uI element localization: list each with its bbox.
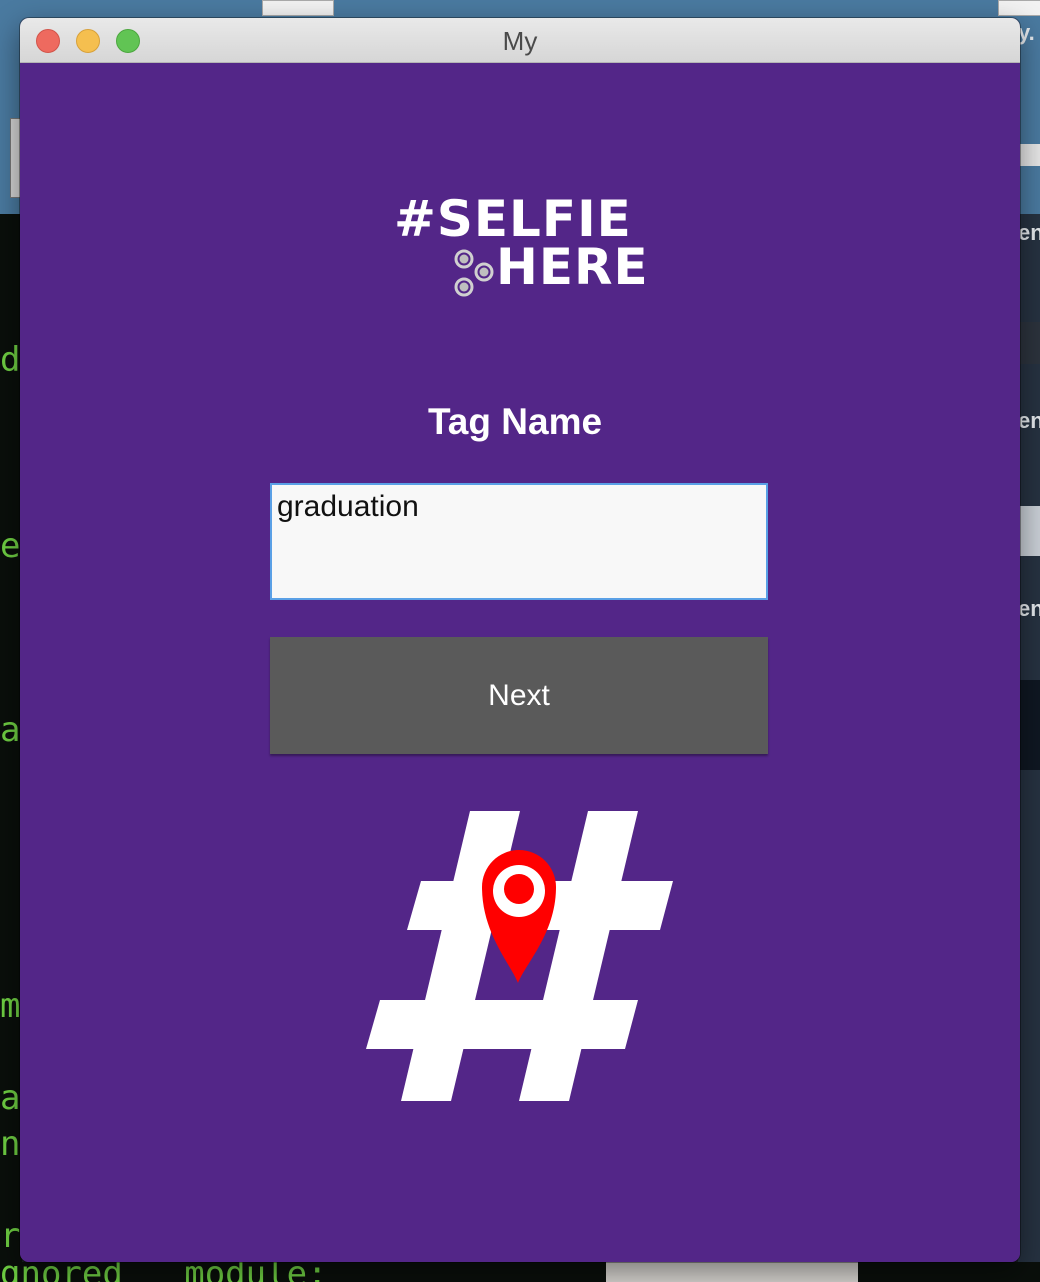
background-photo-window[interactable]: [606, 1262, 858, 1282]
app-content: #SELFIE HERE Tag Name graduation Next: [20, 63, 1020, 1262]
terminal-text: n: [0, 1124, 21, 1164]
background-window-text: en: [1018, 596, 1040, 621]
background-window-text: y.: [1018, 20, 1035, 45]
background-window-thumbnail: [1018, 144, 1040, 166]
terminal-text: r: [0, 1216, 21, 1256]
background-window-thumbnail: [1018, 680, 1040, 770]
terminal-text: m: [0, 986, 21, 1026]
background-window-text: en: [1018, 220, 1040, 245]
hashtag-location-pin-icon: [366, 811, 673, 1101]
terminal-text: a: [0, 1078, 21, 1118]
terminal-text: gnored module:: [0, 1262, 328, 1282]
selfie-here-logo: #SELFIE HERE: [390, 191, 650, 311]
background-terminal-bottom[interactable]: gnored module:: [0, 1262, 1040, 1282]
background-window-thumbnail: [1018, 322, 1040, 364]
app-window[interactable]: My #SELFIE HERE Tag Name graduation Next: [20, 18, 1020, 1262]
tag-name-input[interactable]: graduation: [270, 483, 768, 600]
terminal-text: e: [0, 526, 21, 566]
background-window-thumbnail: [1018, 506, 1040, 556]
three-circle-dots-icon: [454, 249, 494, 297]
next-button[interactable]: Next: [270, 637, 768, 754]
next-button-label: Next: [488, 678, 550, 712]
logo-text-here: HERE: [496, 238, 649, 296]
window-title: My: [502, 26, 538, 56]
background-window-stack[interactable]: y. en en en: [1018, 20, 1040, 1282]
tag-name-heading: Tag Name: [427, 401, 603, 442]
desktop-file-thumbnail[interactable]: [262, 0, 334, 16]
desktop-file-thumbnail[interactable]: [998, 0, 1040, 16]
terminal-text: d: [0, 340, 21, 380]
background-window-text: en: [1018, 408, 1040, 433]
terminal-text: a: [0, 710, 21, 750]
window-titlebar[interactable]: My: [20, 18, 1020, 63]
background-terminal-window[interactable]: d e a m a n r: [0, 214, 22, 1282]
